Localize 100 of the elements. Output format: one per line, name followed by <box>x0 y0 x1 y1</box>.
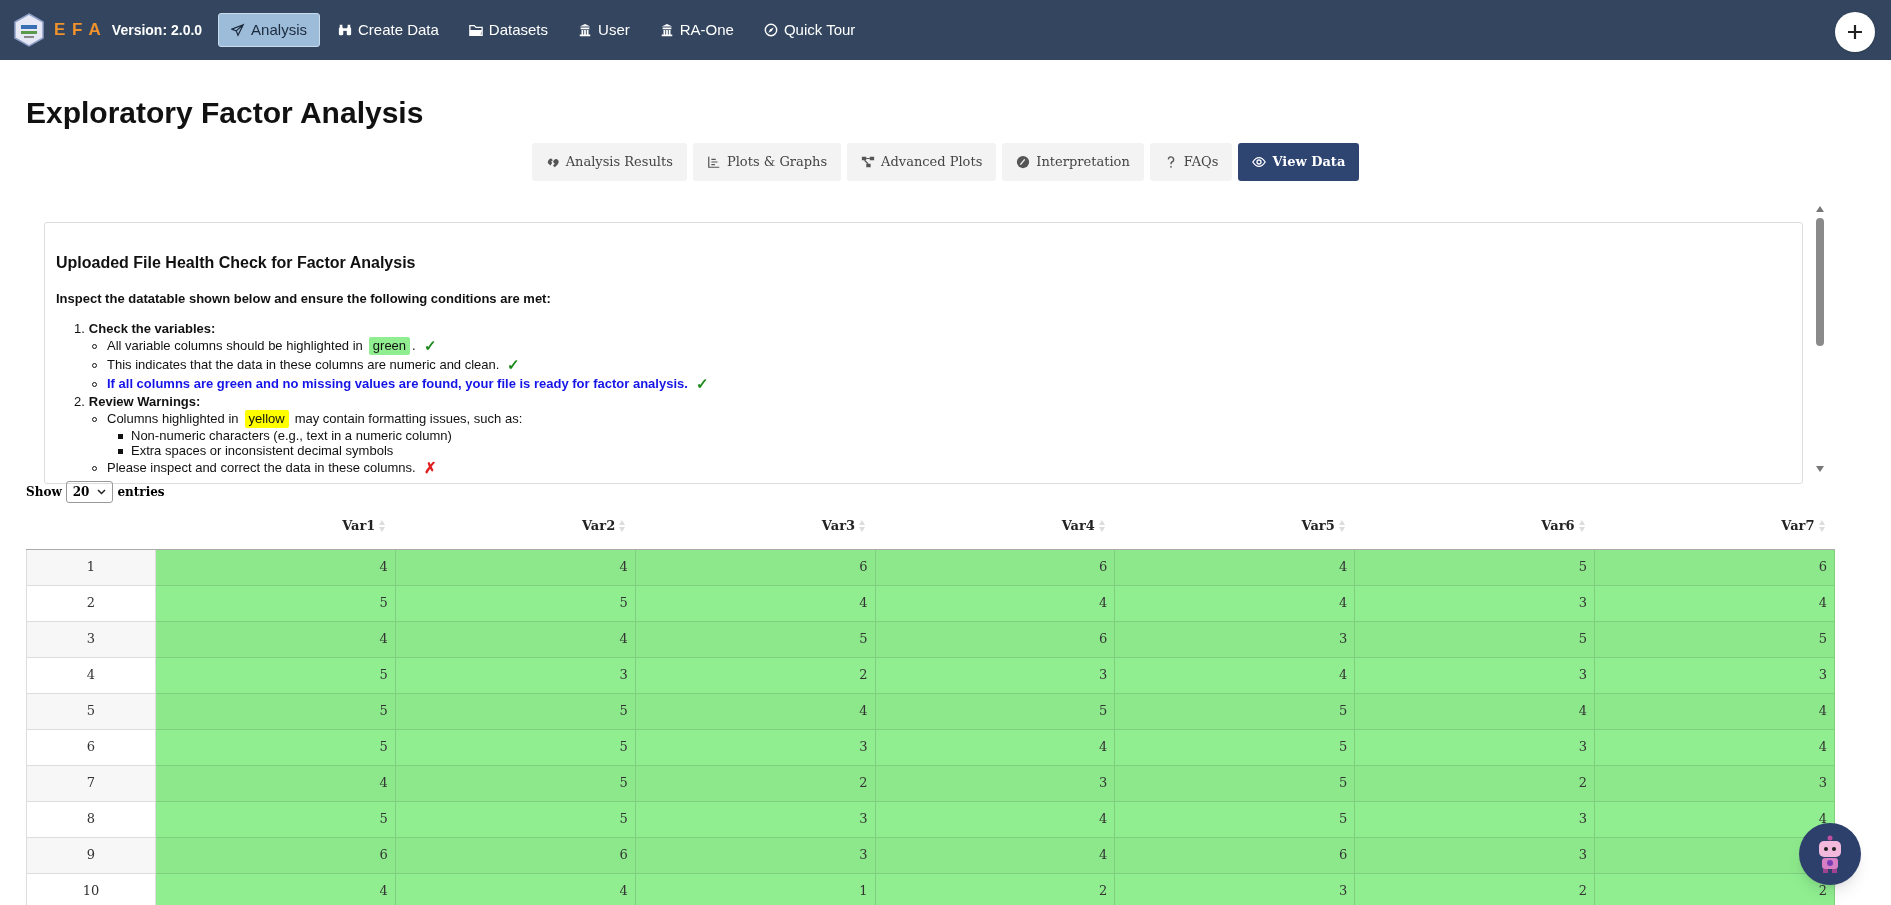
row-number: 2 <box>26 585 156 621</box>
table-cell: 4 <box>875 729 1115 765</box>
bullet-text: may contain formatting issues, such as: <box>294 411 523 427</box>
table-cell: 3 <box>875 765 1115 801</box>
nodes-icon <box>861 155 876 169</box>
tab[interactable]: View Data <box>1238 143 1360 181</box>
sort-icon[interactable] <box>859 519 866 532</box>
nav-link[interactable]: Datasets <box>456 13 561 47</box>
cross-icon: ✗ <box>423 460 437 476</box>
column-header: Var3 <box>821 517 856 535</box>
table-cell: 4 <box>395 621 636 657</box>
column-header: Var5 <box>1301 517 1335 535</box>
eye-icon <box>1252 155 1267 169</box>
entries-label: entries <box>117 484 165 501</box>
table-cell: 6 <box>155 837 396 873</box>
sort-icon[interactable] <box>1338 519 1345 532</box>
list-number: 1. <box>74 320 85 337</box>
table-cell: 5 <box>635 621 876 657</box>
table-cell: 5 <box>395 765 636 801</box>
nav-link[interactable]: Analysis <box>218 13 320 47</box>
brand-name: E F A <box>54 19 102 42</box>
table-cell: 4 <box>635 585 876 621</box>
bullet-text: Non-numeric characters (e.g., text in a numeric column) <box>131 428 452 444</box>
sort-icon[interactable] <box>379 519 386 532</box>
table-cell: 6 <box>875 549 1115 585</box>
column-header: Var4 <box>1061 517 1095 535</box>
scrollbar[interactable] <box>1815 206 1825 472</box>
table-cell: 6 <box>875 621 1115 657</box>
check-icon: ✓ <box>423 338 437 354</box>
bullet-text: Please inspect and correct the data in these columns. <box>107 460 416 476</box>
bullet-text: If all columns are green and no missing values are found, your file is ready for factor analysis. <box>107 376 688 392</box>
table-cell: 3 <box>1114 621 1355 657</box>
column-header: Var2 <box>581 517 616 535</box>
bullet-icon <box>118 448 123 454</box>
table-cell: 5 <box>1594 621 1835 657</box>
table-cell: 4 <box>395 873 636 905</box>
tab[interactable]: Advanced Plots <box>847 143 997 181</box>
nav-link[interactable]: Quick Tour <box>751 13 868 47</box>
table-cell: 5 <box>1114 765 1355 801</box>
table-cell: 3 <box>1354 585 1595 621</box>
table-cell: 5 <box>1114 729 1355 765</box>
table-cell: 5 <box>1354 549 1595 585</box>
table-cell: 3 <box>395 657 636 693</box>
chart-icon <box>706 155 721 169</box>
table-cell: 4 <box>1114 657 1355 693</box>
scroll-up-icon[interactable] <box>1816 206 1824 212</box>
chatbot-button[interactable] <box>1799 823 1861 885</box>
table-cell: 3 <box>1354 801 1595 837</box>
tab[interactable]: Interpretation <box>1002 143 1144 181</box>
nav-link[interactable]: Create Data <box>325 13 451 47</box>
table-cell: 5 <box>155 693 396 729</box>
step-heading: Review Warnings: <box>88 393 201 410</box>
row-number: 9 <box>26 837 156 873</box>
table-cell: 5 <box>395 693 636 729</box>
table-cell: 3 <box>1354 837 1595 873</box>
sort-icon[interactable] <box>619 519 626 532</box>
table-cell: 2 <box>635 657 876 693</box>
table-cell: 6 <box>1114 837 1355 873</box>
row-number: 5 <box>26 693 156 729</box>
step-heading: Check the variables: <box>88 320 216 337</box>
sort-icon[interactable] <box>1098 519 1105 532</box>
building-icon <box>578 23 593 37</box>
binoculars-icon <box>337 23 352 37</box>
table-cell: 5 <box>395 801 636 837</box>
check-icon: ✓ <box>695 376 709 392</box>
table-cell: 5 <box>395 729 636 765</box>
table-cell: 2 <box>635 765 876 801</box>
building-icon <box>659 23 674 37</box>
row-number: 8 <box>26 801 156 837</box>
table-cell: 3 <box>875 657 1115 693</box>
sort-icon[interactable] <box>1818 519 1825 532</box>
scroll-down-icon[interactable] <box>1816 466 1824 472</box>
instructions-text: Inspect the datatable shown below and ensure the following conditions are met: <box>56 290 552 308</box>
bullet-text: This indicates that the data in these columns are numeric and clean. <box>107 357 500 373</box>
table-cell: 3 <box>1354 729 1595 765</box>
tab[interactable]: FAQs <box>1149 143 1233 181</box>
entries-select[interactable]: 20 <box>65 481 114 503</box>
row-number: 10 <box>26 873 156 905</box>
column-header: Var1 <box>342 517 376 535</box>
nav-link[interactable]: RA-One <box>647 13 746 47</box>
table-cell: 4 <box>155 621 396 657</box>
row-number: 4 <box>26 657 156 693</box>
row-number: 7 <box>26 765 156 801</box>
tab[interactable]: Analysis Results <box>531 143 687 181</box>
sort-icon[interactable] <box>1578 519 1585 532</box>
bullet-icon <box>118 433 123 439</box>
table-cell: 4 <box>1594 801 1835 837</box>
table-cell: 5 <box>1114 801 1355 837</box>
row-number: 6 <box>26 729 156 765</box>
version-label: Version: 2.0.0 <box>111 20 203 40</box>
table-cell: 3 <box>1354 657 1595 693</box>
nav-link[interactable]: User <box>566 13 642 47</box>
tab[interactable]: Plots & Graphs <box>692 143 842 181</box>
table-cell: 6 <box>395 837 636 873</box>
table-cell: 4 <box>1354 693 1595 729</box>
table-cell: 3 <box>635 837 876 873</box>
table-cell: 5 <box>1114 693 1355 729</box>
table-cell: 4 <box>635 693 876 729</box>
table-cell: 5 <box>1354 621 1595 657</box>
table-cell: 3 <box>635 729 876 765</box>
